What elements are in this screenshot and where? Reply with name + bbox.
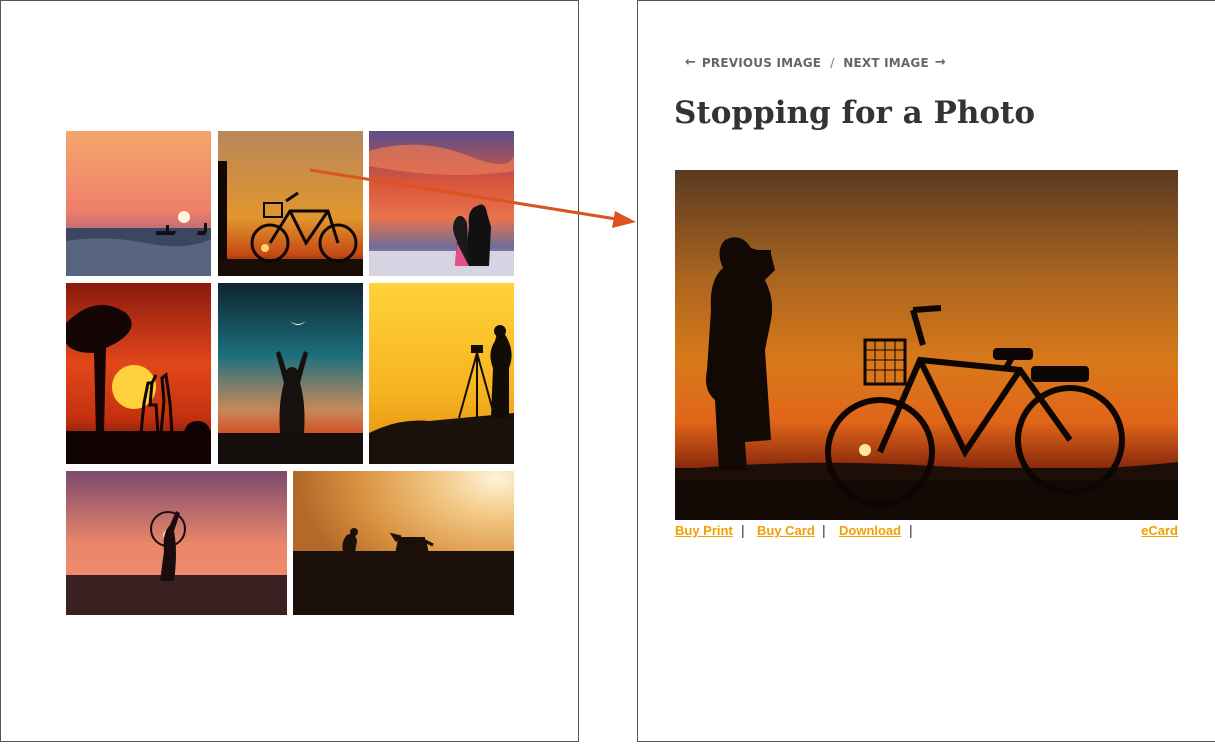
link-divider: | (909, 522, 913, 538)
image-navigation: ← PREVIOUS IMAGE / NEXT IMAGE → (679, 55, 952, 70)
couple-red-clouds-image (369, 131, 514, 276)
arrow-head-icon (612, 211, 636, 228)
nav-separator: / (830, 55, 835, 70)
thumbnail-stopping-for-a-photo[interactable] (218, 131, 363, 276)
thumbnail-dog-and-owner[interactable] (293, 471, 514, 615)
ecard-link[interactable]: eCard (1141, 523, 1178, 538)
buy-card-link[interactable]: Buy Card (757, 523, 815, 538)
thumbnail-moon-reach[interactable] (218, 283, 363, 464)
thumbnail-hula-hoop-beach[interactable] (66, 471, 287, 615)
link-divider: | (741, 522, 745, 538)
moon-reach-image (218, 283, 363, 464)
page-title: Stopping for a Photo (674, 95, 1036, 131)
previous-image-link[interactable]: PREVIOUS IMAGE (702, 56, 821, 70)
link-divider: | (822, 522, 826, 538)
dog-and-owner-image (293, 471, 514, 615)
bicycle-photographer-image (675, 170, 1178, 520)
bicycle-sunset-image (218, 131, 363, 276)
purchase-links: Buy Print | Buy Card | Download | eCard (675, 522, 1178, 543)
sunset-sea-image (66, 131, 211, 276)
arrow-right-icon: → (934, 55, 946, 70)
thumbnail-photographer-tripod[interactable] (369, 283, 514, 464)
photographer-tripod-image (369, 283, 514, 464)
gallery-panel (0, 0, 579, 742)
image-detail-panel: ← PREVIOUS IMAGE / NEXT IMAGE → Stopping… (637, 0, 1215, 742)
thumbnail-couple-red-clouds[interactable] (369, 131, 514, 276)
thumbnail-sunset-sea[interactable] (66, 131, 211, 276)
arrow-left-icon: ← (685, 55, 696, 70)
thumbnail-giraffes-sunset[interactable] (66, 283, 211, 464)
buy-print-link[interactable]: Buy Print (675, 523, 733, 538)
next-image-link[interactable]: NEXT IMAGE (843, 56, 929, 70)
hula-hoop-beach-image (66, 471, 287, 615)
giraffes-sunset-image (66, 283, 211, 464)
main-photo (675, 170, 1178, 520)
download-link[interactable]: Download (839, 523, 901, 538)
